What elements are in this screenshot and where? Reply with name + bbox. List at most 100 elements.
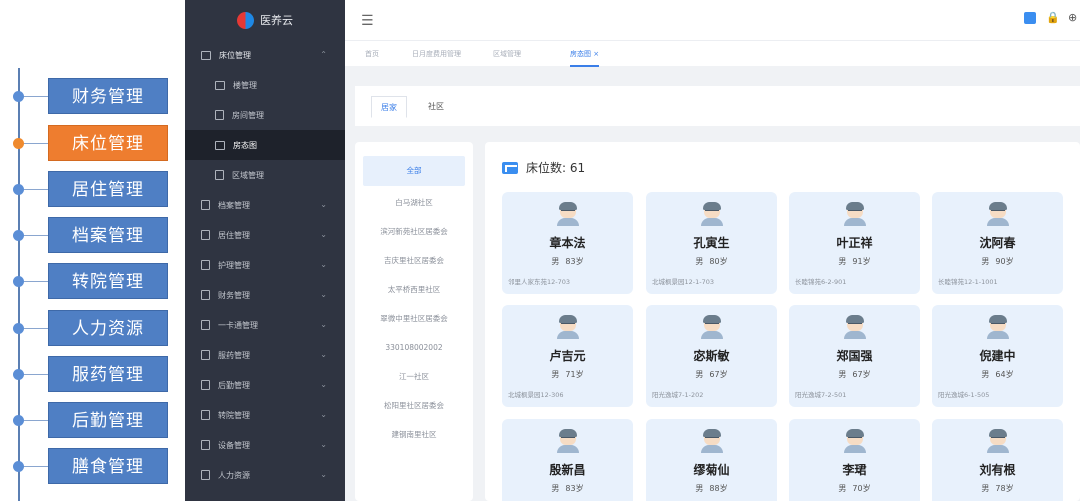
resident-age: 70岁 [852,484,871,493]
annotation-label: 档案管理 [48,217,168,253]
resident-card[interactable]: 卢吉元男 71岁 北城枫景园12-306 [502,305,633,407]
sidebar-item-label: 居住管理 [218,230,250,240]
chevron-down-icon: ⌄ [320,290,327,299]
page-tab[interactable]: 首页 [365,41,379,67]
avatar [842,427,868,453]
community-item[interactable]: 翠微中里社区居委会 [355,304,473,333]
page-tab[interactable]: 日月度费用管理 [412,41,461,67]
box-icon [215,80,225,90]
sidebar-item[interactable]: 服药管理 ⌄ [185,340,345,370]
resident-name: 叶正祥 [836,236,873,250]
sidebar-item[interactable]: 设备管理 ⌄ [185,430,345,460]
community-item[interactable]: 滨河新苑社区居委会 [355,217,473,246]
community-item[interactable]: 全部 [363,156,465,186]
resident-info: 男 88岁 [646,483,777,494]
annotation-label: 床位管理 [48,125,168,161]
resident-name: 殷新昌 [549,463,586,477]
community-item[interactable]: 吉庆里社区居委会 [355,246,473,275]
community-item[interactable]: 太平桥西里社区 [355,275,473,304]
sidebar-item[interactable]: 财务管理 ⌄ [185,280,345,310]
resident-info: 男 83岁 [502,256,633,267]
avatar-glasses [705,437,719,440]
resident-name: 沈阿春 [979,236,1016,250]
annotation-item: 转院管理 [0,263,185,299]
resident-card[interactable]: 刘有根男 78岁 [932,419,1063,501]
sidebar-item[interactable]: 护理管理 ⌄ [185,250,345,280]
connector-line [24,189,48,190]
menu-toggle-icon[interactable]: ☰ [361,13,374,29]
timeline-dot-icon [13,461,24,472]
connector-line [24,374,48,375]
doc-icon [201,380,210,390]
sidebar-item[interactable]: 房态图 [185,130,345,160]
resident-gender: 男 [695,257,704,266]
annotation-label: 财务管理 [48,78,168,114]
chevron-down-icon: ⌄ [320,320,327,329]
resident-age: 78岁 [995,484,1014,493]
avatar-hair [703,315,721,323]
resident-card[interactable]: 章本法男 83岁 邻里人家东苑12-703 [502,192,633,294]
filter-tab[interactable]: 居家 [371,96,407,118]
sidebar-item[interactable]: 床位管理 ⌃ [185,40,345,70]
resident-age: 91岁 [852,257,871,266]
annotation-item: 档案管理 [0,217,185,253]
resident-card[interactable]: 李珺男 70岁 [789,419,920,501]
resident-card[interactable]: 倪建中男 64岁 阳光逸城6-1-505 [932,305,1063,407]
avatar-body [557,445,579,453]
sidebar-item-label: 房间管理 [232,110,264,120]
connector-line [24,96,48,97]
community-list: 全部 白马湖社区 滨河新苑社区居委会 吉庆里社区居委会 太平桥西里社区 翠微中里社区居委会… [355,142,473,501]
sidebar-item[interactable]: 区域管理 [185,160,345,190]
community-item[interactable]: 白马湖社区 [355,188,473,217]
community-item[interactable]: 松阳里社区居委会 [355,391,473,420]
annotation-label: 居住管理 [48,171,168,207]
page-tab[interactable]: 区域管理 [493,41,521,67]
chevron-down-icon: ⌄ [320,440,327,449]
avatar [985,313,1011,339]
theme-icon[interactable]: ⊕ [1068,12,1080,24]
lock-icon[interactable]: 🔒 [1046,12,1060,24]
sidebar-item[interactable]: 人力资源 ⌄ [185,460,345,490]
resident-gender: 男 [838,257,847,266]
avatar-hair [559,429,577,437]
annotation-item: 床位管理 [0,125,185,161]
sidebar-item[interactable]: 房间管理 [185,100,345,130]
sidebar-item[interactable]: 楼管理 [185,70,345,100]
avatar-body [557,218,579,226]
sidebar-item[interactable]: 档案管理 ⌄ [185,190,345,220]
page-tab[interactable]: 房态图 × [570,41,600,67]
resident-card[interactable]: 缪菊仙男 88岁 [646,419,777,501]
top-bar: ☰ 🔒 ⊕ [345,0,1080,40]
box-icon [201,50,211,60]
filter-tab[interactable]: 社区 [419,96,453,118]
community-item[interactable]: 建钢南里社区 [355,420,473,449]
resident-address: 阳光逸城7-1-202 [652,391,704,399]
sidebar-item[interactable]: 居住管理 ⌄ [185,220,345,250]
sidebar-item[interactable]: 转院管理 ⌄ [185,400,345,430]
community-item[interactable]: 330108002002 [355,333,473,362]
resident-address: 北城枫景园12-1-703 [652,278,715,286]
resident-card[interactable]: 叶正祥男 91岁 长睦锦苑6-2-901 [789,192,920,294]
brand[interactable]: 医养云 [185,0,345,40]
sidebar-item[interactable]: 一卡通管理 ⌄ [185,310,345,340]
avatar-glasses [991,437,1005,440]
sidebar-item[interactable]: 后勤管理 ⌄ [185,370,345,400]
resident-card[interactable]: 沈阿春男 90岁 长睦锦苑12-1-1001 [932,192,1063,294]
message-icon[interactable] [1024,12,1036,24]
avatar [699,200,725,226]
timeline-dot-icon [13,323,24,334]
resident-card[interactable]: 孔寅生男 80岁 北城枫景园12-1-703 [646,192,777,294]
avatar-glasses [705,210,719,213]
community-item[interactable]: 江一社区 [355,362,473,391]
resident-info: 男 80岁 [646,256,777,267]
resident-gender: 男 [695,484,704,493]
avatar-body [701,218,723,226]
avatar [555,313,581,339]
resident-card[interactable]: 郑国强男 67岁 阳光逸城7-2-501 [789,305,920,407]
avatar-hair [989,429,1007,437]
chevron-up-icon: ⌃ [320,50,327,59]
resident-card[interactable]: 宓斯敏男 67岁 阳光逸城7-1-202 [646,305,777,407]
avatar [699,313,725,339]
resident-age: 67岁 [709,370,728,379]
resident-card[interactable]: 殷新昌男 83岁 [502,419,633,501]
